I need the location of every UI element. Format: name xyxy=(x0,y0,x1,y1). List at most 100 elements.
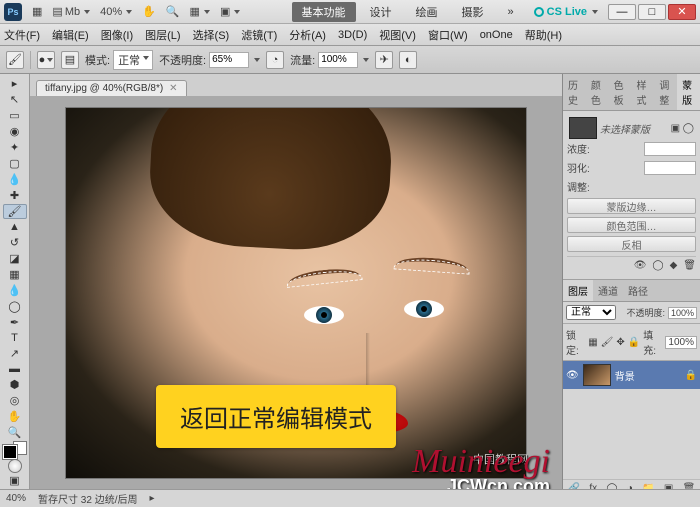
opacity-input[interactable] xyxy=(209,52,249,68)
tb-bridge[interactable]: ▦ xyxy=(32,5,42,18)
workspace-basic[interactable]: 基本功能 xyxy=(292,2,356,22)
dodge-tool-icon[interactable]: ◯ xyxy=(3,299,27,314)
eraser-tool-icon[interactable]: ◪ xyxy=(3,251,27,266)
tab-adjust[interactable]: 调整 xyxy=(654,74,677,110)
menu-layer[interactable]: 图层(L) xyxy=(145,27,180,43)
history-brush-icon[interactable]: ↺ xyxy=(3,235,27,250)
tb-minibridge[interactable]: ▤ Mb xyxy=(52,5,90,18)
lasso-tool-icon[interactable]: ◉ xyxy=(3,124,27,139)
status-info[interactable]: 暂存尺寸 32 边统/后周 xyxy=(38,491,137,506)
crop-tool-icon[interactable]: ▢ xyxy=(3,156,27,171)
zoom-tool-icon[interactable]: 🔍 xyxy=(3,425,27,440)
menu-3d[interactable]: 3D(D) xyxy=(338,29,367,41)
menu-file[interactable]: 文件(F) xyxy=(4,27,40,43)
blur-tool-icon[interactable]: 💧 xyxy=(3,283,27,298)
status-arrow-icon[interactable]: ▸ xyxy=(149,493,154,504)
flow-input[interactable] xyxy=(318,52,358,68)
minimize-button[interactable]: — xyxy=(608,4,636,20)
stamp-tool-icon[interactable]: ▲ xyxy=(3,220,27,234)
menu-select[interactable]: 选择(S) xyxy=(193,27,230,43)
pressure-size-icon[interactable]: ◐ xyxy=(399,51,417,69)
blend-mode-field[interactable]: 模式: 正常 xyxy=(85,50,153,70)
lock-pixel-icon[interactable]: 🖌 xyxy=(601,337,614,348)
menu-onone[interactable]: onOne xyxy=(480,29,513,41)
lock-pos-icon[interactable]: ✥ xyxy=(616,337,624,348)
feather-input[interactable] xyxy=(644,161,696,175)
wand-tool-icon[interactable]: ✦ xyxy=(3,140,27,155)
visibility-icon[interactable]: 👁 xyxy=(566,370,579,381)
menu-window[interactable]: 窗口(W) xyxy=(428,27,468,43)
brush-panel-icon[interactable]: ▤ xyxy=(61,51,79,69)
expand-icon[interactable]: ▸ xyxy=(3,76,27,91)
lock-all-icon[interactable]: 🔒 xyxy=(628,337,640,348)
hand-tool-icon[interactable]: ✋ xyxy=(3,409,27,424)
color-swatches[interactable] xyxy=(3,445,27,455)
doc-tab[interactable]: tiffany.jpg @ 40%(RGB/8*) ✕ xyxy=(36,80,187,96)
tab-history[interactable]: 历史 xyxy=(563,74,586,110)
move-tool-icon[interactable]: ↖ xyxy=(3,92,27,107)
mask-apply-icon[interactable]: ◆ xyxy=(670,260,678,271)
cslive-button[interactable]: CS Live xyxy=(534,6,598,18)
tab-swatch[interactable]: 色板 xyxy=(609,74,632,110)
mask-eye-icon[interactable]: 👁 xyxy=(634,260,647,271)
workspace-photo[interactable]: 摄影 xyxy=(452,2,494,22)
mask-delete-icon[interactable]: 🗑 xyxy=(683,260,696,271)
layer-opacity-input[interactable]: 100% xyxy=(668,307,697,319)
doc-close-icon[interactable]: ✕ xyxy=(169,83,177,94)
layer-name[interactable]: 背景 xyxy=(615,368,635,383)
pressure-opacity-icon[interactable]: ◔ xyxy=(266,51,284,69)
blend-mode-select[interactable]: 正常 xyxy=(566,305,616,320)
brush-picker-icon[interactable]: ● xyxy=(37,51,55,69)
tab-channels[interactable]: 通道 xyxy=(593,280,623,301)
invert-button[interactable]: 反相 xyxy=(567,236,696,252)
workspace-more[interactable]: » xyxy=(498,4,524,20)
maximize-button[interactable]: □ xyxy=(638,4,666,20)
menu-edit[interactable]: 编辑(E) xyxy=(52,27,89,43)
fill-input[interactable]: 100% xyxy=(665,336,697,349)
arrange-icon[interactable]: ▦ xyxy=(190,5,210,18)
mode-select[interactable]: 正常 xyxy=(113,50,153,70)
menu-view[interactable]: 视图(V) xyxy=(379,27,416,43)
tool-preset-icon[interactable]: 🖌 xyxy=(6,51,24,69)
screen-mode-icon[interactable]: ▣ xyxy=(220,5,240,18)
pen-tool-icon[interactable]: ✒ xyxy=(3,315,27,330)
layer-thumbnail[interactable] xyxy=(583,364,611,386)
color-range-button[interactable]: 颜色范围… xyxy=(567,217,696,233)
lock-trans-icon[interactable]: ▦ xyxy=(588,337,597,348)
menu-analysis[interactable]: 分析(A) xyxy=(289,27,326,43)
brush-tool-icon[interactable]: 🖌 xyxy=(3,204,27,219)
workspace-design[interactable]: 设计 xyxy=(360,2,402,22)
marquee-tool-icon[interactable]: ▭ xyxy=(3,108,27,123)
canvas[interactable]: 返回正常编辑模式 xyxy=(66,108,526,478)
3d-camera-icon[interactable]: ◎ xyxy=(3,393,27,408)
tab-mask[interactable]: 蒙版 xyxy=(677,74,700,110)
heal-tool-icon[interactable]: ✚ xyxy=(3,188,27,203)
shape-tool-icon[interactable]: ▬ xyxy=(3,362,27,376)
layer-row-bg[interactable]: 👁 背景 🔒 xyxy=(563,361,700,389)
mask-edge-button[interactable]: 蒙版边缘… xyxy=(567,198,696,214)
gradient-tool-icon[interactable]: ▦ xyxy=(3,267,27,282)
airbrush-icon[interactable]: ✈ xyxy=(375,51,393,69)
menu-filter[interactable]: 滤镜(T) xyxy=(241,27,277,43)
status-zoom[interactable]: 40% xyxy=(6,493,26,504)
quickmask-icon[interactable] xyxy=(3,459,27,473)
workspace-paint[interactable]: 绘画 xyxy=(406,2,448,22)
tab-style[interactable]: 样式 xyxy=(631,74,654,110)
zoom-readout[interactable]: 40% xyxy=(100,6,132,18)
view-hand-icon[interactable]: ✋ xyxy=(142,5,156,18)
menu-help[interactable]: 帮助(H) xyxy=(525,27,562,43)
fg-color[interactable] xyxy=(3,445,17,459)
menu-image[interactable]: 图像(I) xyxy=(101,27,133,43)
tab-paths[interactable]: 路径 xyxy=(623,280,653,301)
close-button[interactable]: ✕ xyxy=(668,4,696,20)
screenmode-icon[interactable]: ▣ xyxy=(3,473,27,488)
eyedropper-tool-icon[interactable]: 💧 xyxy=(3,172,27,187)
path-tool-icon[interactable]: ↗ xyxy=(3,346,27,361)
mask-load-icon[interactable]: ◯ xyxy=(652,260,663,271)
type-tool-icon[interactable]: T xyxy=(3,331,27,345)
tab-layers[interactable]: 图层 xyxy=(563,280,593,301)
view-zoom-icon[interactable]: 🔍 xyxy=(166,5,180,18)
3d-tool-icon[interactable]: ⬢ xyxy=(3,377,27,392)
density-input[interactable] xyxy=(644,142,696,156)
tab-color[interactable]: 颜色 xyxy=(586,74,609,110)
